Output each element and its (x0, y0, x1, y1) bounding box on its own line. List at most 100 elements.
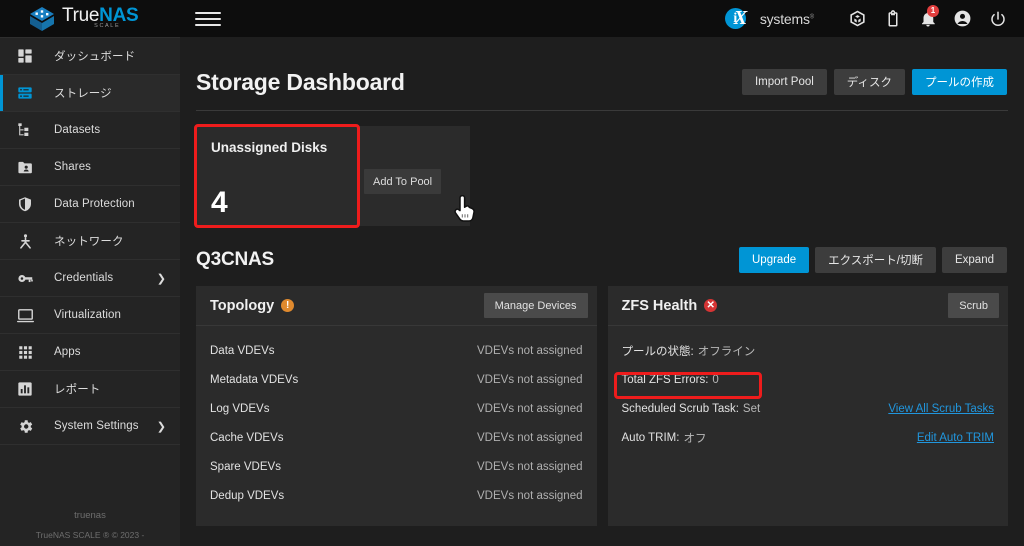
datasets-tree-icon (14, 120, 36, 140)
ix-trademark: ® (809, 13, 814, 20)
error-cross-icon: ✕ (704, 299, 718, 312)
vdev-value: VDEVs not assigned (477, 402, 583, 415)
manage-devices-button[interactable]: Manage Devices (483, 293, 588, 318)
brand-wordmark: TrueNAS SCALE (62, 6, 139, 30)
sidebar-item-virtualization[interactable]: Virtualization (0, 297, 180, 334)
create-pool-button[interactable]: プールの作成 (912, 69, 1007, 95)
sidebar-item-label: Shares (54, 161, 92, 173)
table-row: Cache VDEVs VDEVs not assigned (210, 423, 583, 452)
zfs-health-title: ZFS Health (621, 297, 698, 314)
account-icon[interactable] (945, 0, 980, 37)
chevron-right-icon: ❯ (156, 420, 166, 433)
storage-icon (14, 83, 36, 103)
add-to-pool-button[interactable]: Add To Pool (364, 169, 442, 194)
brand-logo-group[interactable]: TrueNAS SCALE (29, 6, 139, 32)
total-errors-value: 0 (712, 373, 719, 386)
sidebar-item-shares[interactable]: Shares (0, 149, 180, 186)
pool-actions: Upgrade エクスポート/切断 Expand (739, 247, 1007, 273)
hamburger-menu-icon[interactable] (195, 8, 222, 30)
sidebar-item-label: Credentials (54, 272, 114, 284)
ix-systems-logo: i X systems® (724, 7, 814, 29)
zfs-health-card-header: ZFS Health ✕ Scrub (607, 286, 1008, 326)
shares-folder-icon (14, 157, 36, 177)
power-icon[interactable] (980, 0, 1015, 37)
sidebar-footer: truenas TrueNAS SCALE ® © 2023 - (0, 510, 180, 540)
page-header: Storage Dashboard Import Pool ディスク プールの作… (180, 37, 1024, 101)
pool-cards-row: Topology ! Manage Devices Data VDEVs VDE… (180, 280, 1024, 526)
sidebar-item-dashboard[interactable]: ダッシュボード (0, 38, 180, 75)
ix-systems-word: systems® (759, 10, 814, 27)
export-disconnect-button[interactable]: エクスポート/切断 (815, 247, 936, 273)
topology-card-header: Topology ! Manage Devices (196, 286, 597, 326)
unassigned-disks-strip: Unassigned Disks 4 Add To Pool (194, 124, 1008, 228)
network-icon (14, 231, 36, 251)
vdev-label: Log VDEVs (210, 402, 270, 415)
reports-chart-icon (14, 379, 36, 399)
vdev-label: Spare VDEVs (210, 460, 281, 473)
total-errors-row: Total ZFS Errors: 0 (622, 365, 995, 394)
table-row: Dedup VDEVs VDEVs not assigned (210, 481, 583, 510)
auto-trim-value: オフ (683, 432, 707, 445)
scheduled-scrub-row: Scheduled Scrub Task: Set View All Scrub… (622, 394, 995, 423)
zfs-health-card-body: プールの状態: オフライン Total ZFS Errors: 0 Schedu… (608, 326, 1009, 468)
main-content: Storage Dashboard Import Pool ディスク プールの作… (180, 37, 1024, 546)
table-row: Log VDEVs VDEVs not assigned (210, 394, 583, 423)
sidebar-item-label: Apps (54, 346, 81, 358)
page-title: Storage Dashboard (196, 68, 405, 95)
sidebar-item-datasets[interactable]: Datasets (0, 112, 180, 149)
sidebar-item-network[interactable]: ネットワーク (0, 223, 180, 260)
edit-auto-trim-link[interactable]: Edit Auto TRIM (917, 432, 994, 444)
expand-button[interactable]: Expand (941, 247, 1007, 273)
bell-icon[interactable]: 1 (910, 0, 945, 37)
zfs-health-card: ZFS Health ✕ Scrub プールの状態: オフライン Total Z… (607, 286, 1009, 526)
topology-title: Topology (210, 297, 275, 314)
sidebar-item-system-settings[interactable]: System Settings ❯ (0, 408, 180, 445)
top-bar: TrueNAS SCALE i X systems® 1 (0, 0, 1024, 37)
warning-exclamation-icon: ! (281, 299, 295, 312)
import-pool-button[interactable]: Import Pool (741, 69, 827, 95)
unassigned-disks-card[interactable]: Unassigned Disks 4 (196, 126, 358, 226)
vdev-value: VDEVs not assigned (477, 431, 583, 444)
vdev-label: Data VDEVs (210, 344, 275, 357)
upgrade-button[interactable]: Upgrade (739, 247, 810, 273)
add-to-pool-zone: Add To Pool (358, 126, 470, 226)
disks-button[interactable]: ディスク (833, 69, 905, 95)
alert-count-badge: 1 (927, 5, 939, 17)
pool-name: Q3CNAS (196, 249, 274, 270)
clipboard-icon[interactable] (875, 0, 910, 37)
pool-header: Q3CNAS Upgrade エクスポート/切断 Expand (180, 240, 1024, 280)
sidebar-item-credentials[interactable]: Credentials ❯ (0, 260, 180, 297)
vdev-value: VDEVs not assigned (477, 460, 583, 473)
page-header-actions: Import Pool ディスク プールの作成 (741, 69, 1007, 95)
view-all-scrub-tasks-link[interactable]: View All Scrub Tasks (888, 403, 994, 415)
vdev-value: VDEVs not assigned (477, 489, 583, 502)
vdev-value: VDEVs not assigned (477, 373, 583, 386)
footer-hostname: truenas (74, 510, 106, 521)
table-row: Data VDEVs VDEVs not assigned (210, 336, 583, 365)
vdev-value: VDEVs not assigned (477, 344, 583, 357)
vdev-label: Dedup VDEVs (210, 489, 285, 502)
ix-letter-x: X (733, 7, 748, 29)
topology-card-body: Data VDEVs VDEVs not assigned Metadata V… (196, 326, 597, 526)
key-icon (14, 268, 36, 288)
sidebar-item-label: ネットワーク (54, 236, 124, 248)
monitor-icon (14, 305, 36, 325)
ix-cube-icon[interactable] (840, 0, 875, 37)
shield-icon (14, 194, 36, 214)
sidebar-item-label: Data Protection (54, 198, 135, 210)
sidebar-item-label: System Settings (54, 420, 139, 432)
truenas-cube-logo (29, 6, 55, 32)
auto-trim-row: Auto TRIM: オフ Edit Auto TRIM (622, 423, 995, 452)
scrub-button[interactable]: Scrub (948, 293, 999, 318)
sidebar-item-apps[interactable]: Apps (0, 334, 180, 371)
ix-badge-icon: i X (724, 7, 748, 29)
sidebar-item-data-protection[interactable]: Data Protection (0, 186, 180, 223)
unassigned-disks-title: Unassigned Disks (211, 140, 328, 155)
pool-status-label: プールの状態: (621, 345, 694, 358)
sidebar-item-reports[interactable]: レポート (0, 371, 180, 408)
unassigned-disks-count: 4 (211, 186, 228, 219)
sidebar-item-storage[interactable]: ストレージ (0, 75, 180, 112)
apps-grid-icon (14, 342, 36, 362)
topology-card: Topology ! Manage Devices Data VDEVs VDE… (196, 286, 597, 526)
header-divider (196, 110, 1008, 111)
